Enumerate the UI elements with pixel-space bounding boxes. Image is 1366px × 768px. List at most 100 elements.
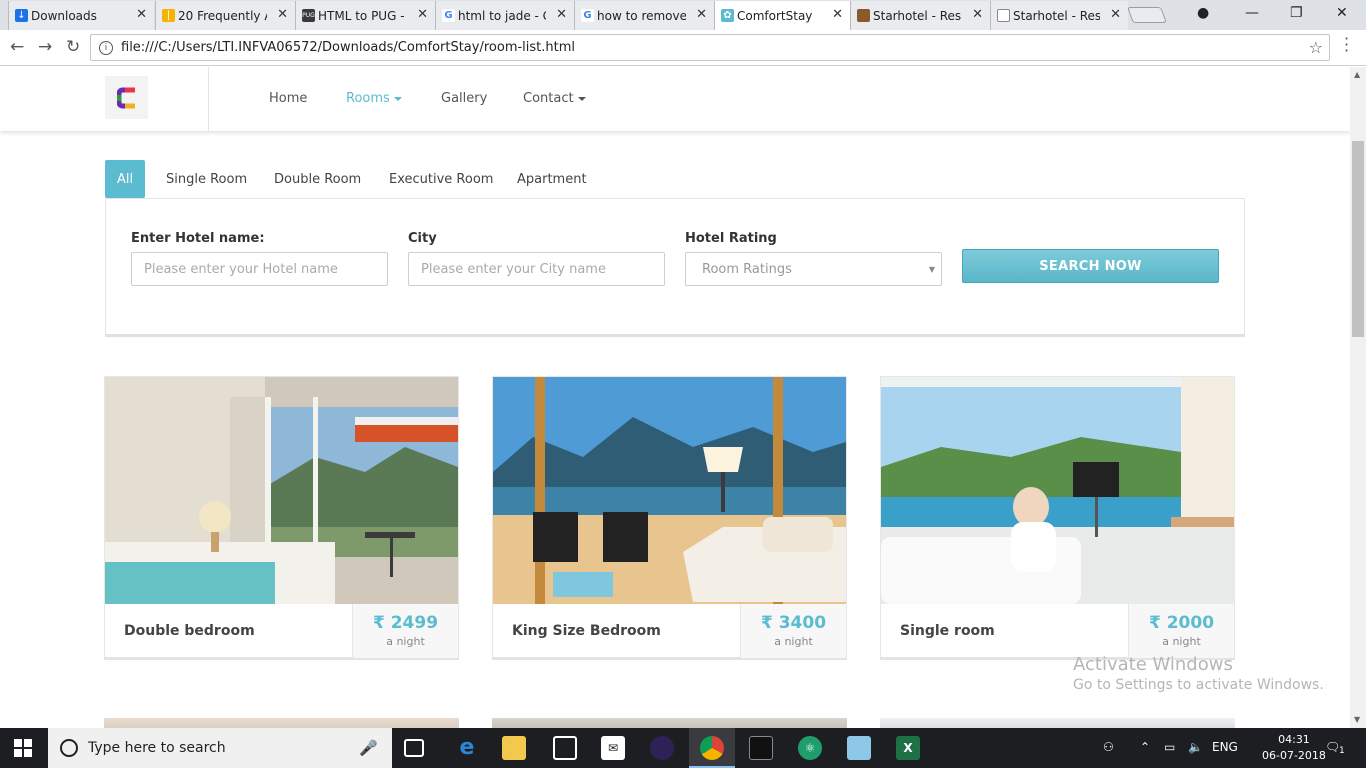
back-icon[interactable]: ←: [10, 37, 24, 57]
task-view-icon[interactable]: [404, 739, 424, 757]
close-icon[interactable]: ✕: [417, 7, 428, 22]
search-panel: Enter Hotel name: City Hotel Rating Room…: [105, 198, 1245, 337]
room-name[interactable]: Double bedroom: [124, 623, 255, 639]
taskbar-search-box[interactable]: Type here to search 🎤: [48, 728, 392, 768]
page-icon: [997, 9, 1010, 22]
room-card[interactable]: Double bedroom ₹ 2499 a night: [104, 376, 459, 660]
restore-icon[interactable]: ❐: [1290, 5, 1303, 21]
people-icon[interactable]: ⚇: [1103, 740, 1114, 754]
terminal-icon[interactable]: [749, 736, 773, 760]
browser-tab-comfortstay[interactable]: ✿ ComfortStay ✕: [714, 1, 850, 30]
room-photo[interactable]: [493, 377, 846, 604]
close-icon[interactable]: ✕: [136, 7, 147, 22]
close-icon[interactable]: ✕: [1110, 7, 1121, 22]
window-close-icon[interactable]: ✕: [1336, 5, 1348, 21]
browser-tab-strip: ↓ Downloads ✕ | 20 Frequently A ✕ PUG HT…: [0, 0, 1366, 30]
browser-tab-html-to-jade[interactable]: G html to jade - G ✕: [435, 1, 574, 30]
room-card[interactable]: Single room ₹ 2000 a night: [880, 376, 1235, 660]
browser-tab-html-to-pug[interactable]: PUG HTML to PUG - ✕: [295, 1, 435, 30]
browser-tab-faq[interactable]: | 20 Frequently A ✕: [155, 1, 295, 30]
browser-tab-starhotel-1[interactable]: Starhotel - Resp ✕: [850, 1, 990, 30]
profile-icon[interactable]: ●: [1197, 5, 1209, 21]
app-icon[interactable]: [847, 736, 871, 760]
close-icon[interactable]: ✕: [277, 7, 288, 22]
close-icon[interactable]: ✕: [972, 7, 983, 22]
volume-icon[interactable]: 🔈: [1188, 740, 1203, 754]
google-icon: G: [442, 9, 455, 22]
info-icon[interactable]: i: [99, 40, 113, 55]
language-indicator[interactable]: ENG: [1212, 740, 1238, 754]
browser-tab-downloads[interactable]: ↓ Downloads ✕: [8, 1, 154, 30]
nav-contact-label: Contact: [523, 91, 574, 106]
url-text: file:///C:/Users/LTI.INFVA06572/Download…: [121, 40, 576, 55]
mail-icon[interactable]: ✉: [601, 736, 625, 760]
filter-tab-apartment[interactable]: Apartment: [505, 160, 599, 198]
filter-tab-double-room[interactable]: Double Room: [262, 160, 373, 198]
room-price: ₹ 2499: [372, 613, 439, 633]
network-icon[interactable]: ▭: [1164, 740, 1175, 754]
browser-menu-icon[interactable]: · · ·: [1344, 31, 1349, 59]
activate-windows-subtitle: Go to Settings to activate Windows.: [1073, 677, 1324, 693]
filter-tab-executive-room[interactable]: Executive Room: [377, 160, 505, 198]
nav-rooms[interactable]: Rooms: [346, 91, 402, 106]
file-explorer-icon[interactable]: [502, 736, 526, 760]
browser-tab-starhotel-2[interactable]: Starhotel - Resp ✕: [990, 1, 1128, 30]
site-logo[interactable]: [105, 76, 148, 119]
page-scrollbar[interactable]: ▲ ▼: [1350, 67, 1366, 728]
nav-gallery[interactable]: Gallery: [441, 91, 487, 106]
header-divider: [208, 67, 209, 131]
close-icon[interactable]: ✕: [556, 7, 567, 22]
room-name[interactable]: King Size Bedroom: [512, 623, 661, 639]
search-now-button[interactable]: SEARCH NOW: [962, 249, 1219, 283]
close-icon[interactable]: ✕: [832, 7, 843, 22]
room-card-peek[interactable]: [492, 718, 847, 728]
nav-rooms-label: Rooms: [346, 91, 390, 106]
cortana-icon: [60, 739, 78, 757]
close-icon[interactable]: ✕: [696, 7, 707, 22]
windows-taskbar: Type here to search 🎤 e ✉ ⚛ X ⚇ ⌃ ▭ 🔈 EN…: [0, 728, 1366, 768]
price-unit: a night: [1162, 635, 1201, 648]
nav-contact[interactable]: Contact: [523, 91, 586, 106]
forward-icon[interactable]: →: [38, 37, 52, 57]
excel-icon[interactable]: X: [896, 736, 920, 760]
room-card-peek[interactable]: [880, 718, 1235, 728]
address-bar[interactable]: i file:///C:/Users/LTI.INFVA06572/Downlo…: [90, 34, 1330, 61]
eclipse-icon[interactable]: [650, 736, 674, 760]
tray-chevron-icon[interactable]: ⌃: [1140, 740, 1150, 754]
browser-tab-how-to-remove[interactable]: G how to remove ✕: [574, 1, 714, 30]
price-box: ₹ 3400 a night: [740, 604, 846, 658]
taskbar-clock[interactable]: 04:31 06-07-2018: [1262, 732, 1326, 764]
edge-icon[interactable]: e: [455, 736, 479, 760]
filter-tab-all[interactable]: All: [105, 160, 146, 198]
notification-icon[interactable]: 🗨: [1325, 740, 1340, 754]
windows-start-icon[interactable]: [14, 739, 32, 757]
room-photo[interactable]: [881, 377, 1234, 604]
reload-icon[interactable]: ↻: [66, 37, 80, 57]
filter-tab-single-room[interactable]: Single Room: [154, 160, 259, 198]
room-price: ₹ 2000: [1148, 613, 1215, 633]
hotel-name-label: Enter Hotel name:: [131, 231, 265, 246]
city-input[interactable]: [408, 252, 665, 286]
price-unit: a night: [774, 635, 813, 648]
new-tab-button[interactable]: [1127, 7, 1167, 23]
minimize-icon[interactable]: —: [1245, 5, 1259, 21]
page-viewport: Home Rooms Gallery Contact All Single Ro…: [0, 67, 1350, 728]
scroll-down-icon[interactable]: ▼: [1354, 715, 1360, 724]
bars-icon: |: [162, 9, 175, 22]
activate-windows-title: Activate Windows: [1073, 654, 1233, 675]
store-icon[interactable]: [553, 736, 577, 760]
bookmark-star-icon[interactable]: ☆: [1309, 38, 1323, 57]
hotel-rating-select[interactable]: Room Ratings ▼: [685, 252, 942, 286]
scroll-up-icon[interactable]: ▲: [1354, 70, 1360, 79]
hotel-name-input[interactable]: [131, 252, 388, 286]
room-name[interactable]: Single room: [900, 623, 995, 639]
room-card-peek[interactable]: [104, 718, 459, 728]
room-photo[interactable]: [105, 377, 458, 604]
room-card[interactable]: King Size Bedroom ₹ 3400 a night: [492, 376, 847, 660]
chrome-icon[interactable]: [700, 736, 724, 760]
scroll-thumb[interactable]: [1352, 141, 1364, 337]
hotel-icon: [857, 9, 870, 22]
nav-home[interactable]: Home: [269, 91, 307, 106]
microphone-icon[interactable]: 🎤: [359, 739, 378, 757]
atom-icon[interactable]: ⚛: [798, 736, 822, 760]
